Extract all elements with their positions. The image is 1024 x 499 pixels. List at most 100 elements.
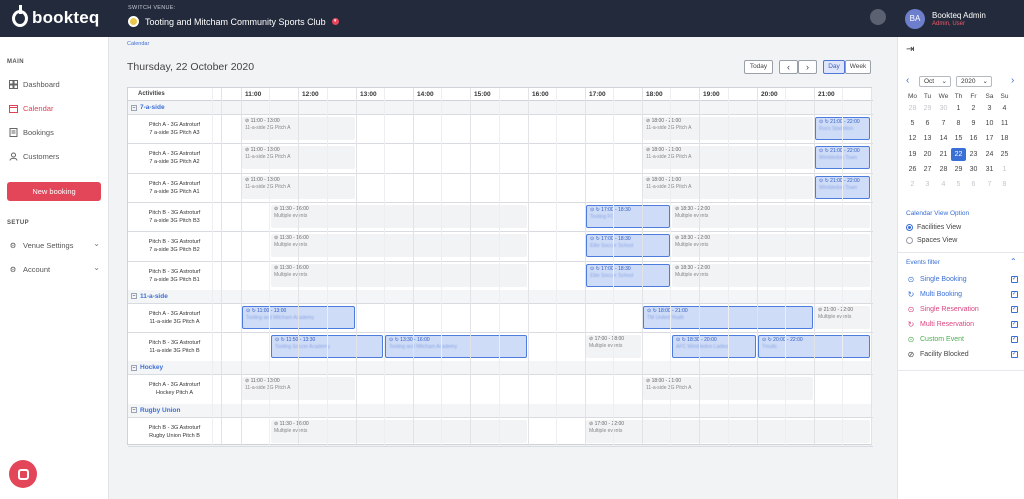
calendar-day[interactable]: 20 — [920, 148, 935, 161]
collapse-panel-icon[interactable]: ⇥ — [906, 44, 914, 55]
calendar-day[interactable]: 26 — [905, 163, 920, 176]
user-avatar[interactable]: BA — [905, 9, 925, 29]
calendar-day[interactable]: 9 — [966, 117, 981, 130]
prev-day-button[interactable]: ‹ — [779, 60, 798, 74]
calendar-day[interactable]: 14 — [936, 132, 951, 145]
calendar-day[interactable]: 7 — [982, 178, 997, 191]
calendar-day[interactable]: 7 — [936, 117, 951, 130]
calendar-day[interactable]: 23 — [966, 148, 981, 161]
new-booking-button[interactable]: New booking — [7, 182, 101, 201]
filter-checkbox[interactable]: ✓ — [1011, 306, 1018, 313]
calendar-day[interactable]: 11 — [997, 117, 1012, 130]
blocked-event[interactable]: ⊘ 18:30 - 22:00 Multiple events — [672, 234, 870, 257]
booking-event[interactable]: ⊙ ↻ 13:30 - 16:00 Tooting and Mitcham Aca… — [385, 335, 527, 358]
calendar-day[interactable]: 16 — [966, 132, 981, 145]
sidebar-item-dashboard[interactable]: Dashboard — [8, 79, 60, 89]
chat-button[interactable] — [9, 460, 37, 488]
sidebar-item-bookings[interactable]: Bookings — [8, 127, 54, 137]
next-day-button[interactable]: › — [798, 60, 817, 74]
filter-checkbox[interactable]: ✓ — [1011, 321, 1018, 328]
calendar-day[interactable]: 15 — [951, 132, 966, 145]
calendar-day[interactable]: 2 — [966, 102, 981, 115]
calendar-day[interactable]: 19 — [905, 148, 920, 161]
calendar-day[interactable]: 8 — [951, 117, 966, 130]
filter-checkbox[interactable]: ✓ — [1011, 291, 1018, 298]
filter-single-reservation[interactable]: ⊙ Single Reservation ✓ — [906, 305, 1018, 314]
booking-event[interactable]: ⊙ ↻ 17:00 - 18:30 Elite Soccer School — [586, 264, 670, 287]
calendar-day[interactable]: 17 — [982, 132, 997, 145]
calendar-day[interactable]: 28 — [905, 102, 920, 115]
blocked-event[interactable]: ⊘ 18:30 - 22:00 Multiple events — [672, 205, 870, 228]
filter-custom-event[interactable]: ⊙ Custom Event ✓ — [906, 335, 1018, 344]
chevron-down-icon[interactable]: ▾ — [331, 18, 339, 25]
calendar-day[interactable]: 5 — [951, 178, 966, 191]
calendar-day[interactable]: 30 — [936, 102, 951, 115]
blocked-event[interactable]: ⊘ 11:30 - 16:00 Multiple events — [271, 234, 527, 257]
booking-event[interactable]: ⊙ ↻ 17:00 - 18:30 Tooting FC — [586, 205, 670, 228]
calendar-day[interactable]: 6 — [966, 178, 981, 191]
venue-avatar[interactable] — [870, 9, 886, 25]
collapse-group-icon[interactable]: – — [131, 104, 137, 111]
calendar-day[interactable]: 21 — [936, 148, 951, 161]
calendar-day[interactable]: 4 — [936, 178, 951, 191]
sidebar-item-venue-settings[interactable]: ⚙ Venue Settings — [8, 240, 102, 250]
calendar-day[interactable]: 30 — [966, 163, 981, 176]
calendar-day[interactable]: 10 — [982, 117, 997, 130]
spaces-view-radio[interactable]: Spaces View — [906, 237, 957, 244]
blocked-event[interactable]: ⊘ 11:30 - 16:00 Multiple events — [271, 420, 527, 443]
calendar-day[interactable]: 29 — [951, 163, 966, 176]
filter-multi-reservation[interactable]: ↻ Multi Reservation ✓ — [906, 320, 1018, 329]
calendar-day[interactable]: 6 — [920, 117, 935, 130]
day-view-button[interactable]: Day — [823, 60, 845, 74]
sidebar-item-customers[interactable]: Customers — [8, 151, 59, 161]
group-label-rugby-union[interactable]: – Rugby Union — [131, 407, 180, 414]
breadcrumb[interactable]: Calendar — [127, 41, 149, 47]
calendar-day[interactable]: 1 — [997, 163, 1012, 176]
calendar-day[interactable]: 8 — [997, 178, 1012, 191]
booking-event[interactable]: ⊙ ↻ 18:30 - 20:00 AFC Wimbledon Ladies — [672, 335, 756, 358]
blocked-event[interactable]: ⊘ 18:30 - 22:00 Multiple events — [672, 264, 870, 287]
filter-checkbox[interactable]: ✓ — [1011, 276, 1018, 283]
sidebar-item-calendar[interactable]: Calendar — [8, 103, 53, 113]
month-select[interactable]: Oct ⌄ — [919, 76, 951, 87]
facilities-view-radio[interactable]: Facilities View — [906, 224, 961, 231]
chevron-down-icon[interactable]: ⌄ — [93, 263, 100, 272]
collapse-group-icon[interactable]: – — [131, 407, 137, 414]
calendar-day[interactable]: 4 — [997, 102, 1012, 115]
calendar-day[interactable]: 1 — [951, 102, 966, 115]
calendar-day[interactable]: 12 — [905, 132, 920, 145]
blocked-event[interactable]: ⊘ 11:30 - 16:00 Multiple events — [271, 264, 527, 287]
today-button[interactable]: Today — [744, 60, 773, 74]
calendar-day[interactable]: 2 — [905, 178, 920, 191]
calendar-day[interactable]: 3 — [982, 102, 997, 115]
filter-checkbox[interactable]: ✓ — [1011, 336, 1018, 343]
venue-switcher[interactable]: SWITCH VENUE: Tooting and Mitcham Commun… — [128, 5, 339, 27]
calendar-day[interactable]: 28 — [936, 163, 951, 176]
booking-event[interactable]: ⊙ ↻ 17:00 - 18:30 Elite Soccer School — [586, 234, 670, 257]
calendar-day[interactable]: 27 — [920, 163, 935, 176]
calendar-day[interactable]: 31 — [982, 163, 997, 176]
prev-month-icon[interactable]: ‹ — [906, 75, 909, 86]
next-month-icon[interactable]: › — [1011, 75, 1014, 86]
group-label-7-a-side[interactable]: –7-a-side — [131, 104, 165, 111]
filter-single-booking[interactable]: ⊙ Single Booking ✓ — [906, 275, 1018, 284]
year-select[interactable]: 2020 ⌄ — [956, 76, 992, 87]
logo[interactable]: bookteq — [12, 4, 100, 28]
filter-checkbox[interactable]: ✓ — [1011, 351, 1018, 358]
group-label-11-a-side[interactable]: –11-a-side — [131, 293, 168, 300]
calendar-day[interactable]: 18 — [997, 132, 1012, 145]
calendar-day[interactable]: 25 — [997, 148, 1012, 161]
calendar-day[interactable]: 29 — [920, 102, 935, 115]
sidebar-item-account[interactable]: ⚙ Account — [8, 264, 102, 274]
calendar-day[interactable]: 13 — [920, 132, 935, 145]
week-view-button[interactable]: Week — [845, 60, 871, 74]
calendar-day[interactable]: 3 — [920, 178, 935, 191]
calendar-day[interactable]: 24 — [982, 148, 997, 161]
calendar-day[interactable]: 5 — [905, 117, 920, 130]
filter-facility-blocked[interactable]: ⊘ Facility Blocked ✓ — [906, 350, 1018, 359]
filter-multi-booking[interactable]: ↻ Multi Booking ✓ — [906, 290, 1018, 299]
collapse-group-icon[interactable]: – — [131, 364, 137, 371]
group-label-hockey[interactable]: – Hockey — [131, 364, 163, 371]
chevron-up-icon[interactable]: ⌃ — [1010, 257, 1017, 266]
collapse-group-icon[interactable]: – — [131, 293, 137, 300]
